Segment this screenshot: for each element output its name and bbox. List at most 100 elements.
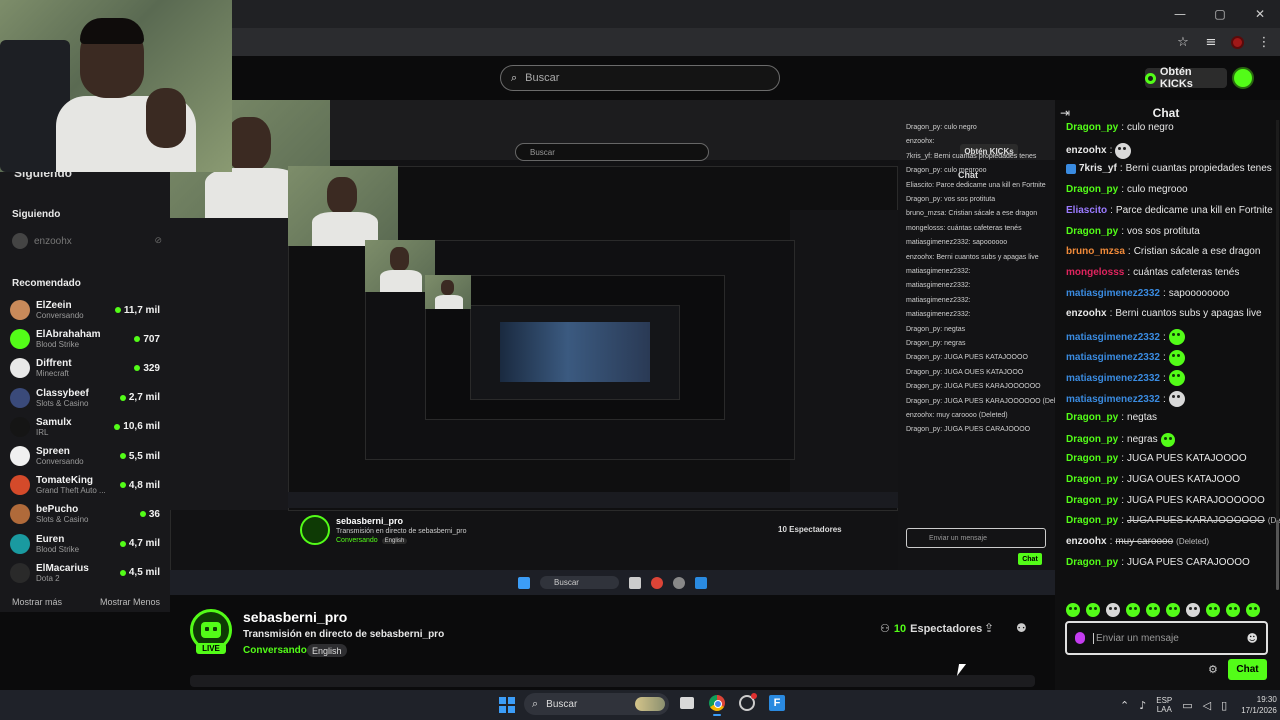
battery-icon[interactable]: ▯ [1221, 699, 1227, 712]
chat-username[interactable]: Dragon_py [1066, 226, 1118, 237]
chevron-up-icon[interactable]: ⌃ [1120, 699, 1129, 712]
sidebar-channel[interactable]: ElAbrahaham Blood Strike 707 [10, 325, 160, 353]
chat-username[interactable]: matiasgimenez2332 [1066, 373, 1160, 384]
sidebar-channel[interactable]: TomateKing Grand Theft Auto ... 4,8 mil [10, 471, 160, 499]
sidebar-channel[interactable]: Euren Blood Strike 4,7 mil [10, 530, 160, 558]
chat-message[interactable]: matiasgimenez2332: [1066, 349, 1266, 366]
chat-message[interactable]: Dragon_py: negtas [1066, 412, 1266, 423]
chat-username[interactable]: bruno_mzsa [1066, 246, 1125, 257]
chat-username[interactable]: matiasgimenez2332 [1066, 332, 1160, 343]
chat-message[interactable]: matiasgimenez2332: sapoooooooo [1066, 288, 1266, 299]
stream-video[interactable]: Buscar Obtén KICKs Chat Dragon_py: culo … [170, 100, 1055, 595]
sidebar-channel[interactable]: Classybeef Slots & Casino 2,7 mil [10, 384, 160, 412]
star-icon[interactable]: ☆ [1175, 34, 1191, 50]
chat-message[interactable]: Dragon_py: negras [1066, 432, 1266, 447]
profile-icon[interactable] [1231, 35, 1244, 49]
show-less-button[interactable]: Mostrar Menos [100, 597, 160, 607]
chat-scroll-thumb[interactable] [1276, 520, 1279, 590]
emote-icon[interactable] [1106, 603, 1120, 617]
emoji-icon[interactable]: ☻ [1247, 632, 1258, 645]
chat-username[interactable]: matiasgimenez2332 [1066, 352, 1160, 363]
chat-message[interactable]: 7kris_yf: Berni cuantas propiedades tenes [1066, 163, 1272, 174]
menu-icon[interactable]: ⋮ [1256, 34, 1272, 50]
windows-start-icon[interactable] [499, 697, 515, 713]
share-icon[interactable]: ⇪ [984, 621, 994, 635]
chat-username[interactable]: Dragon_py [1066, 184, 1118, 195]
chat-message[interactable]: enzoohx: muy caroooo (Deleted) [1066, 536, 1266, 547]
chat-username[interactable]: enzoohx [1066, 308, 1107, 319]
stream-tag[interactable]: English [307, 644, 347, 657]
chat-username[interactable]: matiasgimenez2332 [1066, 288, 1160, 299]
app-f-icon[interactable]: F [768, 694, 786, 712]
sidebar-channel[interactable]: Diffrent Minecraft 329 [10, 354, 160, 382]
chat-username[interactable]: Dragon_py [1066, 495, 1118, 506]
emote-icon[interactable] [1226, 603, 1240, 617]
language-indicator[interactable]: ESP LAA [1156, 696, 1172, 714]
sidebar-channel[interactable]: ElZeein Conversando 11,7 mil [10, 296, 160, 324]
chrome-icon[interactable] [708, 694, 726, 716]
chat-username[interactable]: 7kris_yf [1079, 163, 1117, 174]
sidebar-channel[interactable]: Spreen Conversando 5,5 mil [10, 442, 160, 470]
emote-icon[interactable] [1186, 603, 1200, 617]
chat-message[interactable]: Dragon_py: JUGA PUES KARAJOOOOOO [1066, 495, 1266, 506]
chat-username[interactable]: Dragon_py [1066, 434, 1118, 445]
display-icon[interactable]: ▭ [1182, 699, 1192, 712]
chat-input[interactable]: Enviar un mensaje ☻ [1065, 621, 1268, 655]
follow-icon[interactable]: ⚉ [1016, 621, 1027, 635]
emote-icon[interactable] [1066, 603, 1080, 617]
collapse-chat-icon[interactable]: ⇥ [1060, 106, 1070, 120]
chat-username[interactable]: Dragon_py [1066, 122, 1118, 133]
task-view-icon[interactable] [678, 694, 696, 712]
emote-icon[interactable] [1146, 603, 1160, 617]
close-button[interactable]: ✕ [1240, 0, 1280, 28]
volume-icon[interactable]: ◁ [1203, 699, 1211, 712]
user-avatar[interactable] [1232, 67, 1254, 89]
chat-username[interactable]: enzoohx [1066, 536, 1107, 547]
following-item[interactable]: enzoohx ⊘ [12, 232, 162, 250]
chat-message[interactable]: Dragon_py: JUGA PUES CARAJOOOO [1066, 557, 1266, 568]
get-kicks-button[interactable]: Obtén KICKs [1145, 66, 1227, 90]
emote-icon[interactable] [1206, 603, 1220, 617]
obs-icon[interactable] [738, 693, 757, 712]
chat-username[interactable]: Dragon_py [1066, 557, 1118, 568]
search-input[interactable]: ⌕ Buscar [500, 65, 780, 91]
chat-username[interactable]: Dragon_py [1066, 474, 1118, 485]
emote-icon[interactable] [1086, 603, 1100, 617]
show-more-button[interactable]: Mostrar más [12, 597, 62, 607]
chat-message[interactable]: matiasgimenez2332: [1066, 329, 1266, 345]
chat-message[interactable]: Dragon_py: culo negro [1066, 122, 1266, 133]
mic-icon[interactable] [1075, 632, 1085, 644]
chat-message[interactable]: Dragon_py: vos sos protituta [1066, 226, 1266, 237]
emote-icon[interactable] [1126, 603, 1140, 617]
chat-username[interactable]: Dragon_py [1066, 412, 1118, 423]
emote-icon[interactable] [1166, 603, 1180, 617]
chat-message[interactable]: bruno_mzsa: Cristian sácale a ese dragon [1066, 246, 1266, 257]
chat-message[interactable]: mongelosss: cuántas cafeteras tenés [1066, 267, 1266, 278]
chat-message[interactable]: enzoohx: Berni cuantos subs y apagas live [1066, 308, 1266, 319]
chat-message[interactable]: Dragon_py: JUGA PUES KATAJOOOO [1066, 453, 1266, 464]
sidebar-channel[interactable]: bePucho Slots & Casino 36 [10, 500, 160, 528]
chat-username[interactable]: enzoohx [1066, 145, 1107, 156]
sidebar-channel[interactable]: ElMacarius Dota 2 4,5 mil [10, 559, 160, 587]
chat-message[interactable]: Dragon_py: JUGA OUES KATAJOOO [1066, 474, 1266, 485]
chat-message[interactable]: Eliascito: Parce dedicame una kill en For… [1066, 205, 1273, 216]
stream-category[interactable]: Conversando [243, 645, 307, 656]
chat-send-button[interactable]: Chat [1228, 659, 1267, 680]
chat-username[interactable]: mongelosss [1066, 267, 1124, 278]
chat-message[interactable]: matiasgimenez2332: [1066, 391, 1266, 408]
minimize-button[interactable]: — [1160, 0, 1200, 28]
chat-username[interactable]: Dragon_py [1066, 515, 1118, 526]
chat-message[interactable]: enzoohx: [1066, 142, 1266, 159]
media-icon[interactable]: ≡ [1203, 34, 1219, 50]
chat-username[interactable]: Eliascito [1066, 205, 1107, 216]
chat-message[interactable]: matiasgimenez2332: [1066, 370, 1266, 387]
sidebar-channel[interactable]: Samulx IRL 10,6 mil [10, 413, 160, 441]
chat-username[interactable]: matiasgimenez2332 [1066, 394, 1160, 405]
mic-tray-icon[interactable]: ♪ [1139, 699, 1146, 712]
taskbar-search[interactable]: ⌕ Buscar [524, 693, 669, 715]
chat-username[interactable]: Dragon_py [1066, 453, 1118, 464]
chat-message[interactable]: Dragon_py:JUGA PUES KARAJOOOOOO(Deleted) [1066, 515, 1280, 526]
clock[interactable]: 19:30 17/1/2026 [1241, 694, 1277, 716]
emote-icon[interactable] [1246, 603, 1260, 617]
streamer-name[interactable]: sebasberni_pro [243, 609, 347, 625]
